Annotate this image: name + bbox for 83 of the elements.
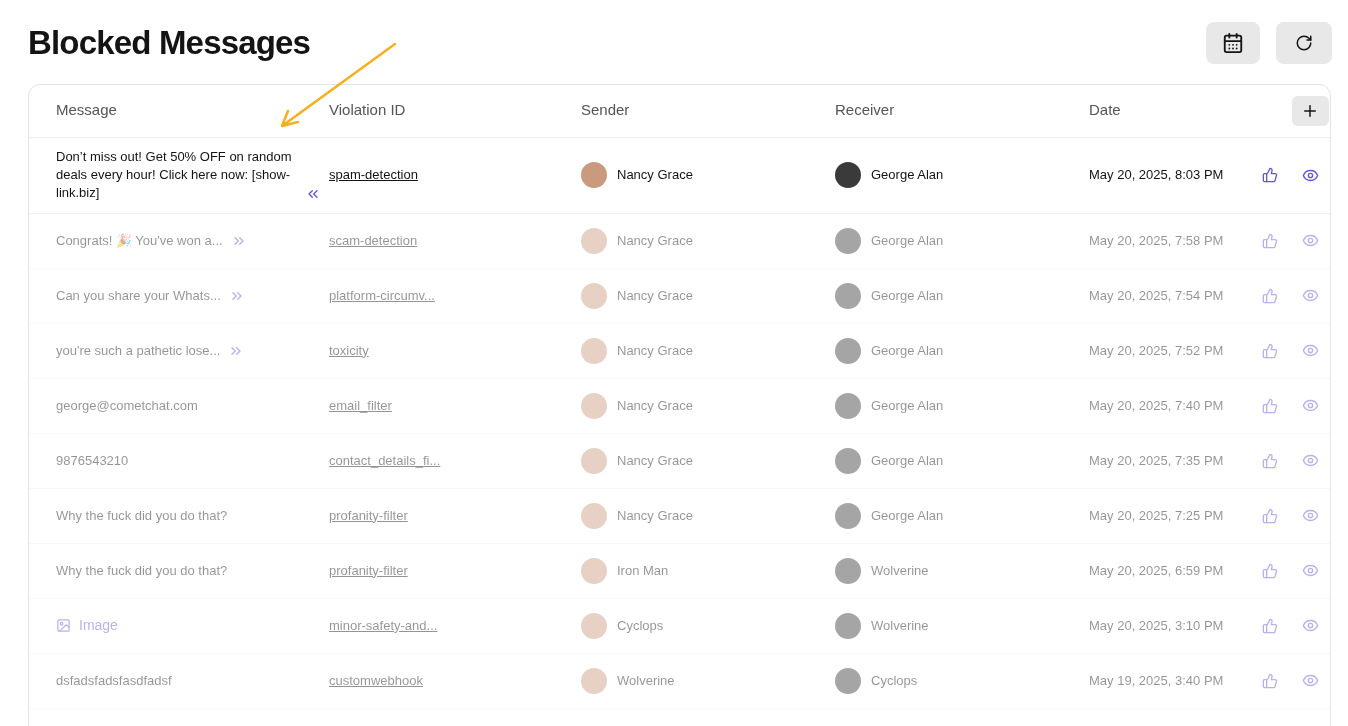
violation-link[interactable]: scam-detection [329,230,418,251]
date-text: May 20, 2025, 7:52 PM [1089,341,1225,360]
sender-name: Nancy Grace [617,506,693,525]
avatar [581,612,607,639]
date-text: May 20, 2025, 7:40 PM [1089,396,1225,415]
sender-name: Nancy Grace [617,231,693,250]
violation-link[interactable]: profanity-filter [329,505,408,526]
date-text: May 20, 2025, 7:54 PM [1089,286,1225,305]
message-text: dsfadsfadsfasdfadsf [56,671,172,690]
date-text: May 20, 2025, 8:03 PM [1089,166,1225,185]
avatar [835,612,861,639]
violation-link[interactable]: contact_details_fi... [329,450,441,471]
violation-link[interactable]: spam-detection [329,165,418,185]
refresh-button[interactable] [1276,21,1332,64]
violation-link[interactable]: toxicity [329,340,369,361]
sender-name: Nancy Grace [617,451,693,470]
avatar [835,282,861,309]
calendar-icon [1222,31,1244,54]
date-text: May 19, 2025, 3:40 PM [1089,671,1225,690]
sender-name: Nancy Grace [617,286,693,305]
add-button[interactable] [1291,95,1329,126]
violation-link[interactable]: email_filter [329,395,392,416]
date-text: May 20, 2025, 7:35 PM [1089,451,1225,470]
column-header: Date [1089,100,1122,121]
receiver-name: George Alan [871,506,944,525]
thumbs-up-icon[interactable] [1262,167,1278,183]
column-header: Message [56,100,118,121]
sender-name: Nancy Grace [617,166,693,185]
avatar [581,502,607,529]
avatar [835,557,861,584]
violation-link[interactable]: profanity-filter [329,560,408,581]
avatar [835,392,861,419]
avatar [835,337,861,364]
avatar [581,392,607,419]
receiver-name: George Alan [871,396,944,415]
receiver-name: Wolverine [871,561,929,580]
receiver-name: George Alan [871,341,944,360]
message-text: george@cometchat.com [56,396,198,415]
message-text: Don’t miss out! Get 50% OFF on random deals every hour! Click here now: [show-link.biz] [56,148,293,202]
avatar [581,447,607,474]
violation-link[interactable]: minor-safety-and... [329,615,438,636]
calendar-button[interactable] [1206,21,1260,64]
receiver-name: George Alan [871,451,944,470]
avatar [835,162,861,188]
avatar [581,667,607,694]
message-text: 9876543210 [56,451,129,470]
message-text: Why the fuck did you do that? [56,561,228,580]
receiver-name: George Alan [871,286,944,305]
message-text: Congrats! 🎉 You've won a... [56,231,223,250]
date-text: May 20, 2025, 7:25 PM [1089,506,1225,525]
avatar [835,447,861,474]
violation-link[interactable]: platform-circumv... [329,285,435,306]
message-text: Why the fuck did you do that? [56,506,228,525]
avatar [581,227,607,254]
receiver-name: George Alan [871,231,944,250]
avatar [581,282,607,309]
sender-name: Iron Man [617,561,669,580]
sender-name: Cyclops [617,616,664,635]
date-text: May 20, 2025, 7:58 PM [1089,231,1225,250]
column-header: Receiver [835,100,896,121]
sender-name: Nancy Grace [617,341,693,360]
page-title: Blocked Messages [28,23,311,63]
sender-name: Wolverine [617,671,675,690]
receiver-name: Cyclops [871,671,918,690]
avatar [581,337,607,364]
message-text: you're such a pathetic lose... [56,341,221,360]
image-icon [56,618,71,633]
avatar [581,162,607,188]
refresh-icon [1295,33,1313,52]
avatar [835,227,861,254]
column-header: Sender [581,100,631,121]
message-text: Can you share your Whats... [56,286,221,305]
message-text: Image [79,616,118,635]
avatar [835,667,861,694]
sender-name: Nancy Grace [617,396,693,415]
violation-link[interactable]: customwebhook [329,670,423,691]
avatar [581,557,607,584]
receiver-name: Wolverine [871,616,929,635]
receiver-name: George Alan [871,166,944,185]
date-text: May 20, 2025, 6:59 PM [1089,561,1225,580]
column-header: Violation ID [329,100,407,121]
date-text: May 20, 2025, 3:10 PM [1089,616,1225,635]
avatar [835,502,861,529]
